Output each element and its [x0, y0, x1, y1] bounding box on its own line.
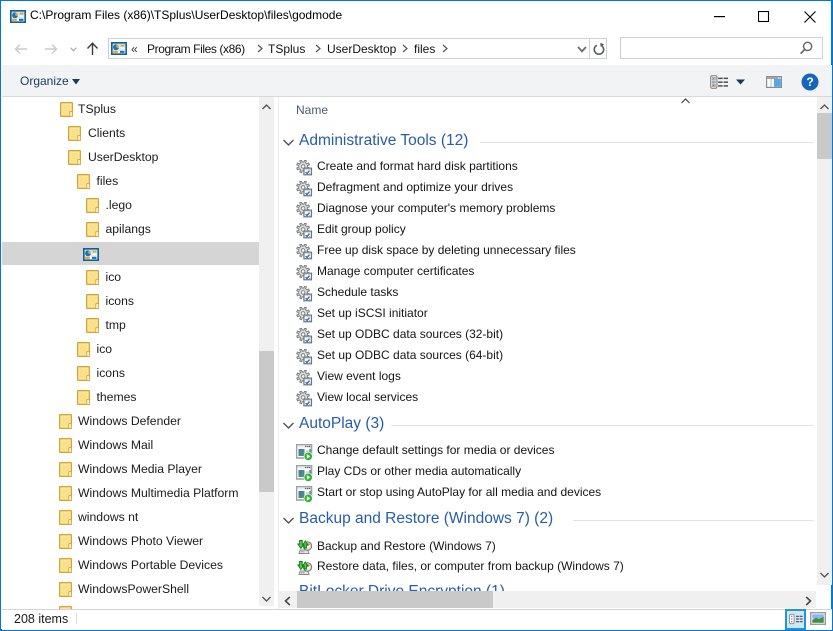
- svg-text:?: ?: [806, 75, 813, 89]
